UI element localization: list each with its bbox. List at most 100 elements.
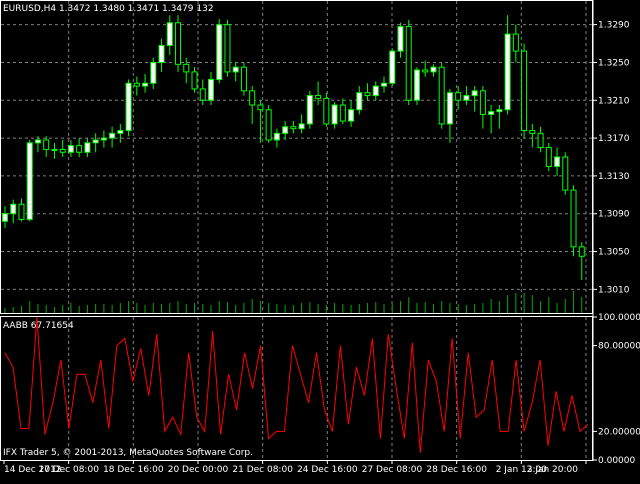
candle-bear [512, 33, 519, 52]
candle-bull [92, 139, 99, 144]
candle-bull [306, 95, 313, 125]
time-tick-label: 17 Dec 08:00 [38, 465, 99, 475]
indicator-tick-label: 100.00000 [598, 313, 640, 323]
time-scale: 14 Dec 201217 Dec 08:00 18 Dec 16:00 20 De… [3, 461, 587, 475]
candle-bear [43, 139, 50, 150]
price-tick-label: 1.3210 [598, 96, 630, 106]
candle-bull [273, 132, 280, 141]
candle-bull [446, 92, 453, 125]
candle-bull [26, 142, 33, 220]
chart-window[interactable]: 1.3290 1.3250 1.3210 1.3170 1.3130 1.3090 1.30… [0, 0, 640, 480]
candle-bear [562, 156, 569, 191]
volume-bars [4, 291, 583, 313]
candle-bull [496, 109, 503, 113]
candle-bear [521, 50, 528, 132]
candle-bull [282, 126, 289, 134]
candle-bear [545, 147, 552, 167]
main-chart-frame [0, 0, 593, 314]
time-tick-label: 24 Dec 16:00 [297, 465, 358, 475]
price-tick-label: 1.3010 [598, 285, 630, 295]
candle-bull [216, 24, 223, 80]
candle-bull [142, 82, 149, 87]
candle-bull [100, 137, 107, 141]
price-tick-label: 1.3050 [598, 248, 630, 258]
candle-bull [356, 92, 363, 111]
candle-bull [117, 130, 124, 134]
candle-bear [133, 82, 140, 87]
candle-bull [150, 61, 157, 84]
candle-bull [430, 66, 437, 73]
indicator-title: AABB 67.71654 [3, 321, 74, 331]
candle-bull [34, 139, 41, 144]
candle-bull [109, 132, 116, 139]
candle-bear [323, 97, 330, 125]
time-tick-label: 28 Dec 16:00 [426, 465, 487, 475]
candle-bear [537, 132, 544, 149]
candle-bull [84, 142, 91, 153]
candle-bear [405, 26, 412, 101]
chart-canvas[interactable]: 1.3290 1.3250 1.3210 1.3170 1.3130 1.3090 1.30… [0, 0, 640, 480]
price-tick-label: 1.3170 [598, 134, 630, 144]
candle-bear [183, 63, 190, 73]
candle-bear [249, 90, 256, 106]
candle-bear [265, 109, 272, 141]
candle-bear [76, 145, 83, 153]
candle-bull [372, 85, 379, 97]
candle-bear [578, 246, 585, 257]
indicator-scale: 100.00000 80.00000 20.00000 0.00000 [593, 313, 640, 466]
candle-bear [339, 104, 346, 122]
candle-bull [381, 82, 388, 87]
candle-bull [2, 213, 8, 222]
candle-bull [348, 109, 355, 122]
candle-bear [175, 22, 182, 65]
candle-bear [438, 66, 445, 125]
candle-bull [554, 156, 561, 167]
candle-bear [240, 66, 247, 92]
price-tick-label: 1.3290 [598, 21, 630, 31]
indicator-tick-label: 80.00000 [598, 342, 640, 352]
indicator-line [4, 316, 589, 453]
indicator-tick-label: 0.00000 [598, 456, 635, 466]
candle-bull [397, 26, 404, 52]
candle-bear [315, 95, 322, 99]
candle-bear [191, 71, 198, 90]
candle-bear [290, 126, 297, 130]
candle-bull [488, 111, 495, 115]
aabb-line [4, 316, 589, 453]
time-tick-label: 21 Dec 08:00 [232, 465, 293, 475]
candle-bull [504, 33, 511, 111]
candle-bear [224, 24, 231, 73]
candle-bear [570, 189, 577, 248]
candle-bear [479, 90, 486, 115]
price-tick-label: 1.3250 [598, 58, 630, 68]
candle-bear [529, 130, 536, 134]
candle-bull [125, 82, 132, 132]
candle-bull [10, 203, 17, 215]
candle-bull [158, 44, 165, 63]
price-tick-label: 1.3130 [598, 172, 630, 182]
candle-bull [471, 90, 478, 97]
chart-title: EURUSD,H4 1.3472 1.3480 1.3471 1.3479 13… [3, 4, 214, 14]
candle-bear [364, 92, 371, 97]
candles [2, 15, 585, 280]
time-tick-label: 20 Dec 00:00 [168, 465, 229, 475]
candle-bull [232, 66, 239, 73]
candle-bear [18, 203, 25, 220]
indicator-tick-label: 20.00000 [598, 427, 640, 437]
candle-bear [199, 88, 206, 101]
candle-bull [413, 69, 420, 101]
candle-bear [422, 69, 429, 73]
time-tick-label: 27 Dec 08:00 [362, 465, 423, 475]
candle-bear [59, 148, 66, 153]
candle-bull [67, 145, 74, 153]
candle-bear [455, 92, 462, 101]
candle-bull [298, 123, 305, 130]
time-tick-label: 18 Dec 16:00 [103, 465, 164, 475]
candle-bull [463, 95, 470, 101]
copyright-text: IFX Trader 5, © 2001-2013, MetaQuotes So… [3, 448, 253, 458]
price-tick-label: 1.3090 [598, 210, 630, 220]
candle-bear [257, 104, 264, 111]
price-scale: 1.3290 1.3250 1.3210 1.3170 1.3130 1.3090 1.30… [593, 21, 630, 295]
candle-bull [207, 78, 214, 101]
time-tick-label: 3 Jan 20:00 [527, 465, 579, 475]
